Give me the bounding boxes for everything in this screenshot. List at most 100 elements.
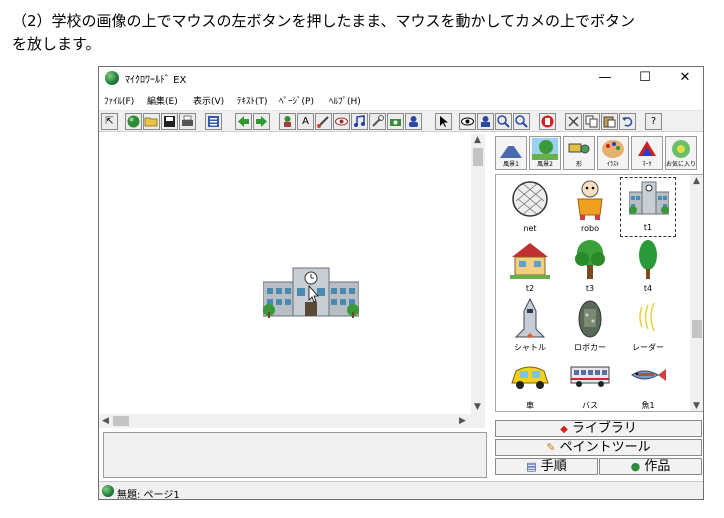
brush-icon[interactable] <box>315 113 332 130</box>
menu-file[interactable]: ﾌｧｲﾙ(F) <box>104 94 134 107</box>
tall-tree-icon <box>639 240 657 279</box>
person-icon[interactable] <box>405 113 422 130</box>
library-item-label: robo <box>581 224 599 233</box>
copy-icon[interactable] <box>583 113 600 130</box>
library-item-car[interactable]: 車 <box>502 355 558 411</box>
menu-help[interactable]: ﾍﾙﾌﾟ(H) <box>329 94 361 107</box>
category-tab-scenery2[interactable]: 風景2 <box>529 136 561 170</box>
zoom-in-icon[interactable] <box>495 113 512 130</box>
book-icon: ▤ <box>526 460 537 473</box>
camera-icon[interactable] <box>387 113 404 130</box>
category-tab-marks[interactable]: ﾏｰｸ <box>631 136 663 170</box>
library-item-label: バス <box>582 401 598 410</box>
steps-button[interactable]: ▤ 手順 <box>495 458 598 475</box>
library-item-radar[interactable]: レーダー <box>620 297 676 355</box>
category-label: ｲﾗｽﾄ <box>606 161 619 168</box>
canvas-horizontal-scrollbar[interactable]: ◀ ▶ <box>99 414 485 428</box>
page-list-icon[interactable] <box>205 113 222 130</box>
minimize-button[interactable]: — <box>585 67 625 89</box>
category-tab-illust[interactable]: ｲﾗｽﾄ <box>597 136 629 170</box>
open-folder-icon[interactable] <box>143 113 160 130</box>
library-item-shuttle[interactable]: シャトル <box>502 297 558 355</box>
canvas-vertical-scrollbar[interactable]: ▲ ▼ <box>471 134 485 414</box>
zoom-out-icon[interactable] <box>513 113 530 130</box>
favorites-star-icon <box>672 140 690 158</box>
library-grid: net robo t1 t2 t3 t4 シャトル ロボカー レーダー 車 バス… <box>495 174 703 412</box>
library-shapes-icon: ◆ <box>560 424 568 435</box>
prev-page-icon[interactable] <box>235 113 252 130</box>
globe-icon[interactable] <box>125 113 142 130</box>
music-icon[interactable] <box>351 113 368 130</box>
library-item-t4[interactable]: t4 <box>620 239 676 297</box>
library-item-label: ロボカー <box>574 343 606 352</box>
menu-text[interactable]: ﾃｷｽﾄ(T) <box>237 94 268 107</box>
library-item-net[interactable]: net <box>502 179 558 237</box>
arrow-cursor-icon[interactable] <box>435 113 452 130</box>
library-scroll-thumb[interactable] <box>692 320 702 338</box>
category-tab-scenery1[interactable]: 風景1 <box>495 136 527 170</box>
house-icon <box>510 243 550 279</box>
category-label: 風景1 <box>503 161 519 168</box>
paste-icon[interactable] <box>601 113 618 130</box>
canvas-horizontal-scroll-thumb[interactable] <box>113 416 129 426</box>
mountain-icon <box>500 142 522 158</box>
close-button[interactable]: ✕ <box>665 67 703 89</box>
undo-icon[interactable] <box>619 113 636 130</box>
user-icon[interactable] <box>477 113 494 130</box>
library-item-label: シャトル <box>514 343 546 352</box>
toolbar: ⇱ A ? <box>99 110 703 132</box>
next-page-icon[interactable] <box>253 113 270 130</box>
cut-icon[interactable] <box>565 113 582 130</box>
character-icon[interactable] <box>279 113 296 130</box>
library-item-label: t2 <box>525 284 535 293</box>
app-window: ﾏｲｸﾛﾜｰﾙﾄﾞ EX — ☐ ✕ ﾌｧｲﾙ(F) 編集(E) 表示(V) ﾃ… <box>98 66 704 500</box>
paint-tool-button[interactable]: ✎ ペイントツール <box>495 439 702 456</box>
library-button[interactable]: ◆ ライブラリ <box>495 420 702 437</box>
school-image[interactable] <box>263 264 359 320</box>
library-vertical-scrollbar[interactable]: ▲ ▼ <box>690 175 703 411</box>
library-item-t3[interactable]: t3 <box>562 239 618 297</box>
landscape-icon <box>532 138 558 160</box>
select-pointer-icon[interactable]: ⇱ <box>101 113 118 130</box>
category-label: 風景2 <box>537 161 553 168</box>
school-icon <box>629 181 669 215</box>
library-item-robocar[interactable]: ロボカー <box>562 297 618 355</box>
stop-hand-icon[interactable] <box>539 113 556 130</box>
library-panel: 風景1 風景2 形 ｲﾗｽﾄ ﾏｰｸ お気に入り net robo t1 t2 … <box>493 134 703 479</box>
canvas-vertical-scroll-thumb[interactable] <box>473 148 483 166</box>
category-tab-favorites[interactable]: お気に入り <box>665 136 697 170</box>
instruction-text: （2）学校の画像の上でマウスの左ボタンを押したまま、マウスを動かしてカメの上でボ… <box>12 10 716 56</box>
category-label: ﾏｰｸ <box>642 161 652 168</box>
menu-view[interactable]: 表示(V) <box>193 94 224 107</box>
category-label: お気に入り <box>666 161 697 168</box>
help-icon[interactable]: ? <box>645 113 662 130</box>
app-globe-icon <box>105 71 119 85</box>
category-tab-shapes[interactable]: 形 <box>563 136 595 170</box>
paintbrush-icon: ✎ <box>546 441 556 454</box>
text-tool-icon[interactable]: A <box>297 113 314 130</box>
title-bar: ﾏｲｸﾛﾜｰﾙﾄﾞ EX — ☐ ✕ <box>99 67 703 89</box>
print-icon[interactable] <box>179 113 196 130</box>
menu-edit[interactable]: 編集(E) <box>147 94 178 107</box>
works-globe-icon: ● <box>630 460 641 473</box>
shapes-icon <box>568 143 590 154</box>
library-item-t1-selected[interactable]: t1 <box>620 177 676 237</box>
status-globe-icon <box>102 485 114 497</box>
library-item-label: t4 <box>643 284 653 293</box>
eye-tool-icon[interactable] <box>333 113 350 130</box>
library-item-robo[interactable]: robo <box>562 179 618 237</box>
view-eye-icon[interactable] <box>459 113 476 130</box>
library-item-label: レーダー <box>632 343 664 352</box>
instruction-line-1: （2）学校の画像の上でマウスの左ボタンを押したまま、マウスを動かしてカメの上でボ… <box>12 12 636 30</box>
menu-page[interactable]: ﾍﾟｰｼﾞ(P) <box>279 94 314 107</box>
category-label: 形 <box>575 161 582 168</box>
works-button[interactable]: ● 作品 <box>599 458 702 475</box>
library-item-bus[interactable]: バス <box>562 355 618 411</box>
library-item-label: 車 <box>526 401 534 410</box>
maximize-button[interactable]: ☐ <box>625 67 665 89</box>
library-item-t2[interactable]: t2 <box>502 239 558 297</box>
save-icon[interactable] <box>161 113 178 130</box>
library-item-fish[interactable]: 魚1 <box>620 355 676 411</box>
page-canvas[interactable]: ▲ ▼ ◀ ▶ <box>99 134 485 428</box>
tools-icon[interactable] <box>369 113 386 130</box>
